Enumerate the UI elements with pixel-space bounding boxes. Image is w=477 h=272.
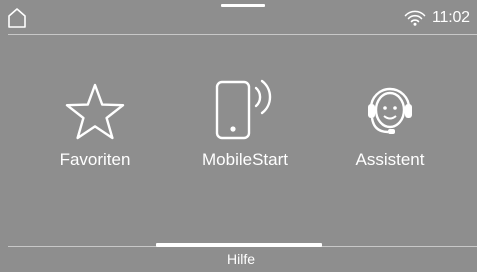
tile-favoriten-label: Favoriten	[59, 150, 131, 169]
pull-down-handle[interactable]	[221, 4, 265, 7]
status-bar: 11:02	[0, 0, 477, 34]
tile-assistent-label: Assistent	[355, 150, 425, 169]
star-icon	[65, 83, 125, 140]
tile-mobilestart[interactable]: MobileStart	[180, 72, 310, 182]
home-icon[interactable]	[6, 7, 28, 29]
headset-assistant-icon	[368, 87, 412, 134]
pull-up-handle[interactable]	[156, 243, 322, 247]
tile-mobilestart-label: MobileStart	[202, 150, 288, 169]
clock: 11:02	[432, 9, 470, 26]
tile-assistent[interactable]: Assistent	[340, 72, 440, 182]
wifi-icon	[404, 10, 426, 26]
tile-favoriten[interactable]: Favoriten	[45, 72, 145, 182]
status-bar-divider	[8, 34, 477, 35]
home-screen: 11:02 Favoriten MobileStart Assistent Hi…	[0, 0, 477, 272]
mobile-signal-icon	[215, 79, 272, 140]
help-button[interactable]: Hilfe	[200, 250, 282, 268]
